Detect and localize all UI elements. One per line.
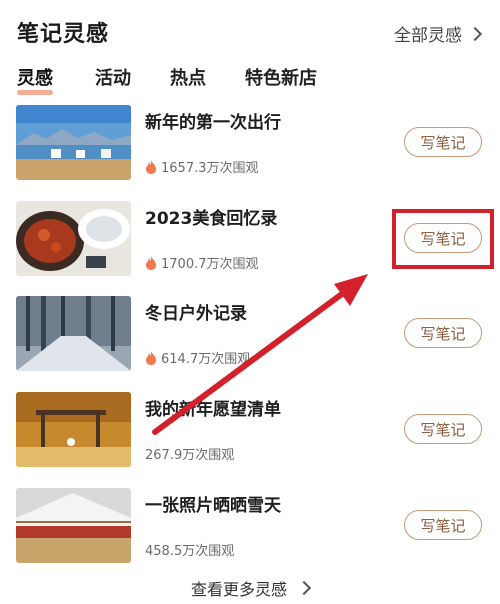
chevron-right-icon	[467, 26, 483, 41]
tab-featured-stores[interactable]: 特色新店	[245, 64, 317, 90]
item-title: 冬日户外记录	[145, 304, 247, 324]
list-item[interactable]: 我的新年愿望清单 267.9万次围观 写笔记	[0, 387, 500, 479]
section-title: 笔记灵感	[17, 22, 110, 47]
view-more-link[interactable]: 查看更多灵感	[190, 576, 312, 600]
fire-icon	[146, 159, 156, 174]
fire-icon	[146, 255, 156, 270]
all-inspiration-label: 全部灵感	[394, 26, 462, 46]
item-title: 一张照片晒晒雪天	[145, 496, 281, 516]
thumbnail-autumn-pavilion	[16, 392, 131, 467]
item-title: 新年的第一次出行	[145, 113, 281, 133]
list-item[interactable]: 一张照片晒晒雪天 458.5万次围观 写笔记	[0, 483, 500, 575]
write-note-button[interactable]: 写笔记	[404, 127, 482, 157]
highlight-box	[392, 209, 494, 269]
all-inspiration-link[interactable]: 全部灵感	[394, 21, 483, 46]
item-views: 458.5万次围观	[145, 540, 234, 559]
item-views: 1700.7万次围观	[145, 253, 259, 272]
header: 笔记灵感 全部灵感	[0, 0, 500, 62]
chevron-right-icon	[296, 580, 312, 596]
item-views: 614.7万次围观	[145, 348, 250, 367]
tab-inspiration[interactable]: 灵感	[17, 64, 53, 95]
tab-label: 热点	[170, 68, 206, 89]
tab-label: 活动	[95, 68, 131, 89]
list-item[interactable]: 新年的第一次出行 1657.3万次围观 写笔记	[0, 100, 500, 192]
write-note-button[interactable]: 写笔记	[404, 510, 482, 540]
view-more-label: 查看更多灵感	[190, 580, 287, 599]
tab-label: 灵感	[17, 68, 53, 89]
views-count: 1700.7万次围观	[161, 257, 259, 272]
fire-icon	[146, 350, 156, 365]
write-note-button[interactable]: 写笔记	[404, 414, 482, 444]
list-item[interactable]: 冬日户外记录 614.7万次围观 写笔记	[0, 291, 500, 383]
item-title: 我的新年愿望清单	[145, 400, 281, 420]
views-count: 1657.3万次围观	[161, 161, 259, 176]
tab-hot[interactable]: 热点	[170, 64, 206, 90]
thumbnail-lake	[16, 105, 131, 180]
item-views: 267.9万次围观	[145, 444, 234, 463]
thumbnail-food	[16, 201, 131, 276]
item-title: 2023美食回忆录	[145, 209, 278, 229]
item-views: 1657.3万次围观	[145, 157, 259, 176]
thumbnail-snowy-roof	[16, 488, 131, 563]
tab-label: 特色新店	[245, 68, 317, 89]
write-note-button[interactable]: 写笔记	[404, 318, 482, 348]
tab-bar: 灵感 活动 热点 特色新店	[0, 64, 500, 95]
views-count: 267.9万次围观	[145, 448, 235, 463]
tab-activity[interactable]: 活动	[95, 64, 131, 90]
thumbnail-snow-forest	[16, 296, 131, 371]
footer: 查看更多灵感	[0, 576, 500, 600]
views-count: 458.5万次围观	[145, 544, 235, 559]
views-count: 614.7万次围观	[161, 352, 251, 367]
tab-active-indicator	[17, 90, 53, 95]
